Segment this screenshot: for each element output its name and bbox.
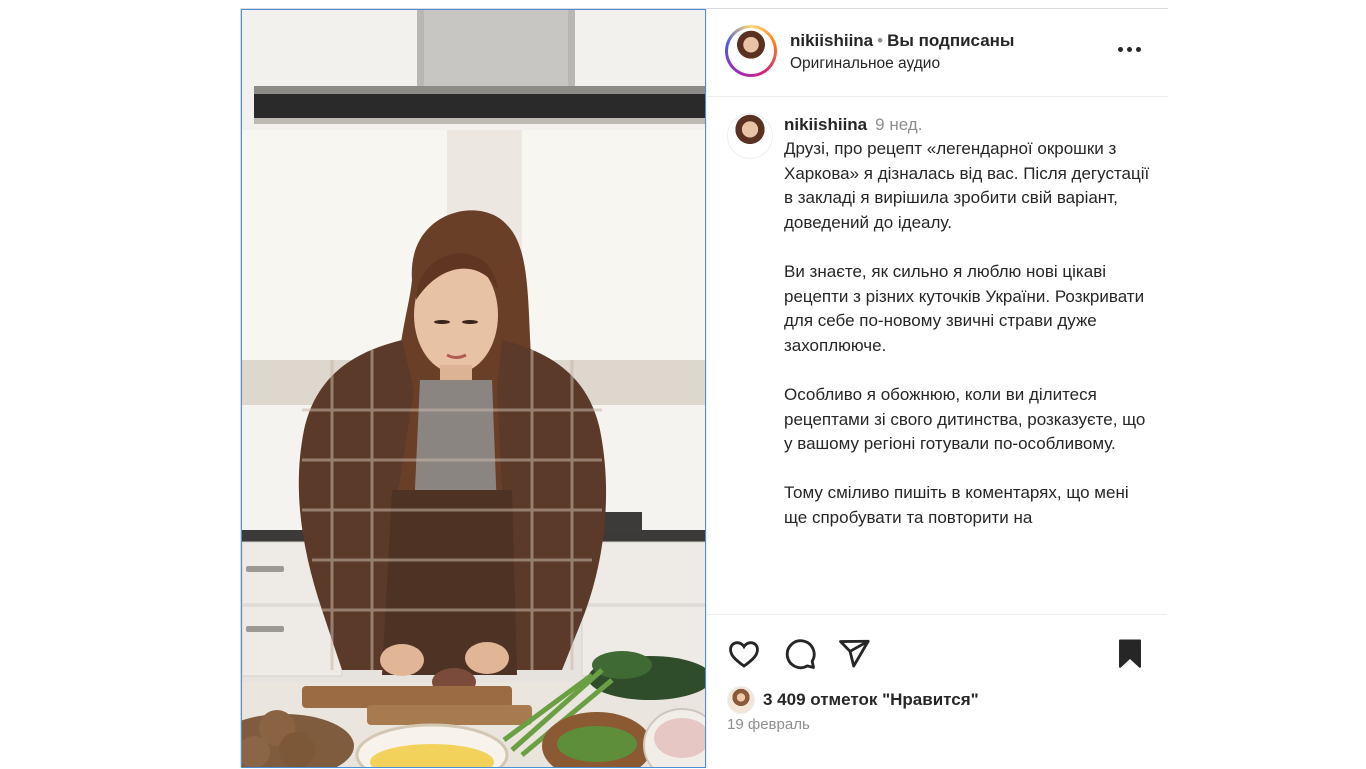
- more-options-icon[interactable]: [1116, 42, 1142, 56]
- original-audio-link[interactable]: Оригинальное аудио: [790, 55, 940, 73]
- caption-text: Друзі, про рецепт «легендарної окрошки з…: [784, 137, 1154, 555]
- profile-avatar[interactable]: [730, 30, 772, 72]
- follow-status-button[interactable]: Вы подписаны: [887, 31, 1014, 50]
- likes-count[interactable]: 3 409 отметок "Нравится": [727, 685, 979, 715]
- paper-plane-icon[interactable]: [837, 637, 871, 671]
- caption-paragraph: Тому сміливо пишіть в коментарях, що мен…: [784, 483, 1129, 527]
- caption-time-ago[interactable]: 9 нед.: [875, 115, 922, 134]
- caption-paragraph: Друзі, про рецепт «легендарної окрошки з…: [784, 139, 1150, 232]
- post-actions-section: 3 409 отметок "Нравится" 19 февраль: [707, 614, 1167, 769]
- caption-section: nikiishiina 9 нед. Друзі, про рецепт «лег…: [707, 97, 1167, 613]
- instagram-post: nikiishiina • Вы подписаны Оригинальное ау…: [240, 8, 1168, 768]
- heart-icon[interactable]: [727, 637, 761, 671]
- liker-avatar: [727, 686, 755, 714]
- kitchen-scene-image: [242, 10, 705, 767]
- separator-dot: •: [877, 31, 884, 50]
- profile-avatar-story-ring[interactable]: [725, 25, 777, 77]
- post-media-video[interactable]: [241, 9, 706, 768]
- comment-icon[interactable]: [783, 637, 817, 671]
- post-side-panel: nikiishiina • Вы подписаны Оригинальное ау…: [706, 9, 1168, 768]
- post-date[interactable]: 19 февраль: [727, 716, 810, 733]
- bookmark-icon[interactable]: [1113, 637, 1147, 671]
- header-name-line: nikiishiina • Вы подписаны: [790, 31, 1014, 51]
- caption-paragraph: Ви знаєте, як сильно я люблю нові цікаві…: [784, 261, 1145, 355]
- caption-author-username[interactable]: nikiishiina: [784, 115, 867, 134]
- caption-author-avatar[interactable]: [727, 113, 773, 159]
- post-header: nikiishiina • Вы подписаны Оригинальное ау…: [707, 9, 1168, 97]
- username-link[interactable]: nikiishiina: [790, 31, 873, 50]
- caption-paragraph: Особливо я обожнюю, коли ви ділитеся рец…: [784, 384, 1146, 454]
- likes-count-text[interactable]: 3 409 отметок "Нравится": [763, 690, 979, 710]
- caption-author-line: nikiishiina 9 нед.: [784, 115, 922, 135]
